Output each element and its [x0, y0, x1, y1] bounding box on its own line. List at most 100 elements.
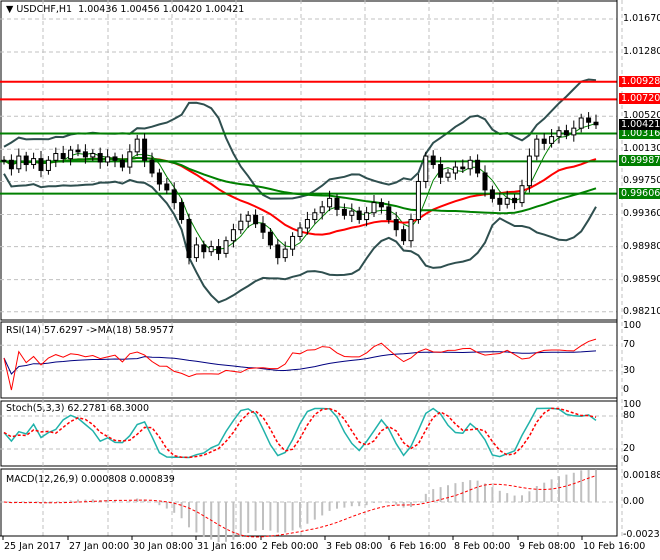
price-tick: 0.98980	[623, 240, 660, 252]
candle-body	[571, 127, 577, 136]
candle-body	[267, 231, 273, 246]
candle-body	[260, 223, 266, 233]
candle-body	[334, 197, 340, 210]
candle-body	[105, 156, 111, 163]
candle-body	[534, 138, 540, 157]
time-tick: 25 Jan 2017	[4, 541, 61, 552]
candle-body	[497, 197, 503, 205]
candle-body	[82, 151, 88, 158]
candle-body	[282, 248, 288, 259]
candle-body	[445, 172, 451, 178]
candle-body	[312, 212, 318, 221]
level-label: 1.00720	[619, 93, 660, 105]
time-tick: 8 Feb 00:00	[454, 541, 511, 552]
candle-body	[482, 172, 488, 191]
candle-body	[304, 219, 310, 229]
candle-body	[90, 153, 96, 158]
rsi-tick: 30	[623, 364, 636, 376]
candle-body	[489, 189, 495, 199]
candle-body	[68, 149, 74, 160]
candle-body	[549, 136, 555, 144]
stoch-tick: 100	[623, 399, 642, 410]
time-tick: 30 Jan 08:00	[133, 541, 194, 552]
candle-body	[142, 138, 148, 161]
bollinger-upper	[3, 78, 597, 200]
candle-body	[75, 149, 81, 153]
candle-body	[275, 244, 281, 259]
rsi-tick: 0	[623, 384, 630, 395]
candle-body	[475, 159, 481, 174]
candle-body	[319, 206, 325, 214]
candle-body	[179, 202, 185, 221]
rsi-title: RSI(14) 57.6297 ->MA(18) 58.9577	[6, 325, 175, 336]
candle-body	[230, 229, 236, 242]
candle-body	[45, 159, 51, 171]
rsi-tick: 100	[623, 320, 642, 331]
candle-body	[1, 159, 7, 162]
dropdown-triangle-icon[interactable]: ▼	[6, 4, 16, 15]
price-tick: 1.01280	[623, 45, 660, 57]
time-tick: 9 Feb 08:00	[519, 541, 576, 552]
candle-body	[208, 246, 214, 253]
candle-body	[460, 166, 466, 170]
candle-body	[512, 197, 518, 204]
rsi-tick: 70	[623, 339, 636, 351]
price-tick: 0.99750	[623, 175, 660, 187]
candle-body	[593, 121, 599, 126]
time-tick: 10 Feb 16:00	[583, 541, 646, 552]
current-price-label: 1.00421	[619, 118, 660, 130]
macd-title: MACD(12,26,9) 0.000808 0.000839	[6, 474, 175, 485]
candle-body	[578, 117, 584, 129]
time-tick: 27 Jan 00:00	[69, 541, 130, 552]
candle-body	[97, 153, 103, 163]
candle-body	[38, 158, 44, 171]
candle-body	[8, 159, 14, 170]
candle-body	[193, 244, 199, 259]
candle-body	[586, 117, 592, 123]
candle-body	[563, 130, 569, 136]
candle-body	[467, 159, 473, 170]
candle-body	[53, 153, 59, 161]
candle-body	[349, 210, 355, 216]
price-tick: 0.99360	[623, 208, 660, 220]
macd-tick: -0.002356	[623, 528, 660, 540]
candle-body	[327, 197, 333, 208]
candle-body	[519, 185, 525, 204]
price-tick: 0.98210	[623, 305, 660, 317]
chart-title: ▼ USDCHF,H1 1.00436 1.00456 1.00420 1.00…	[6, 4, 244, 15]
candle-body	[504, 197, 510, 205]
level-label: 1.00928	[619, 75, 660, 87]
symbol: USDCHF,H1	[16, 4, 73, 15]
price-tick: 1.00130	[623, 143, 660, 155]
candle-body	[216, 246, 222, 254]
candle-body	[60, 153, 66, 160]
candle-body	[297, 227, 303, 237]
time-tick: 3 Feb 08:00	[326, 541, 383, 552]
candle-body	[438, 164, 444, 178]
candle-body	[556, 130, 562, 138]
candle-body	[23, 155, 29, 166]
stoch-title: Stoch(5,3,3) 62.2781 68.3000	[6, 403, 150, 414]
rsi-line	[3, 338, 597, 391]
candle-body	[430, 155, 436, 166]
candle-body	[290, 235, 296, 250]
stoch-tick: 80	[623, 410, 636, 421]
candle-body	[408, 219, 414, 242]
candle-body	[31, 158, 37, 166]
price-tick: 0.98590	[623, 273, 660, 285]
candle-body	[119, 159, 125, 168]
macd-tick: 0.00	[623, 496, 645, 507]
time-tick: 6 Feb 16:00	[390, 541, 447, 552]
candle-body	[401, 229, 407, 242]
candle-body	[112, 156, 118, 161]
chart-window[interactable]: ▼ USDCHF,H1 1.00436 1.00456 1.00420 1.00…	[0, 0, 660, 560]
candle-body	[526, 155, 532, 187]
candle-body	[393, 219, 399, 231]
candle-body	[423, 155, 429, 182]
candle-body	[415, 180, 421, 221]
candle-body	[201, 244, 207, 253]
candle-body	[371, 202, 377, 214]
candle-body	[149, 159, 155, 174]
stoch-tick: 20	[623, 443, 636, 454]
candle-body	[164, 183, 170, 191]
